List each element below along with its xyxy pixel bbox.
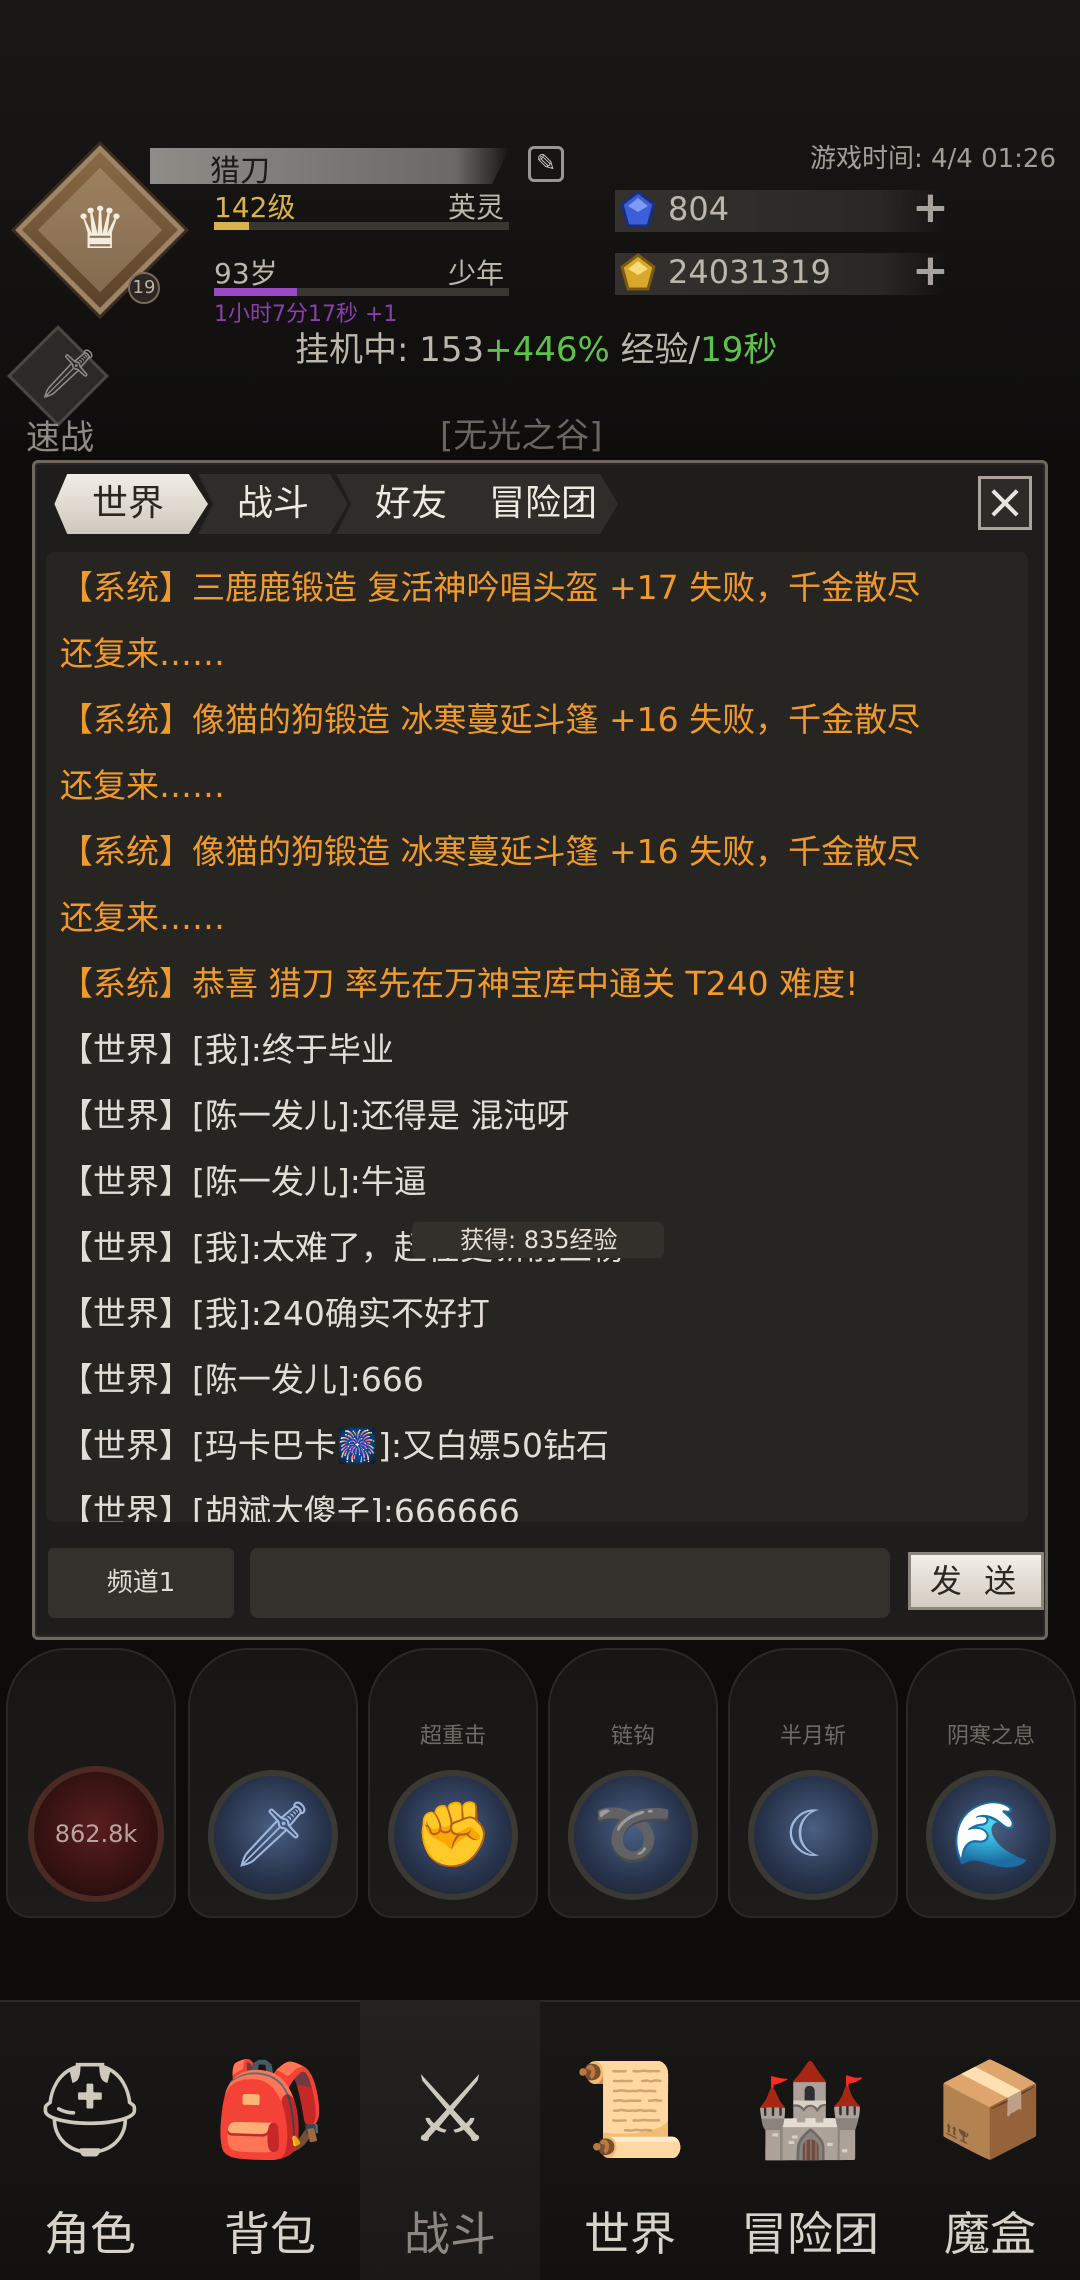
gold-icon [618, 253, 658, 293]
system-message: 【系统】像猫的狗锻造 冰寒蔓延斗篷 +16 失败，千金散尽 [60, 832, 921, 871]
skill-orb-2[interactable]: ✊ [388, 1770, 518, 1900]
sword-shield-icon: ⚔ [408, 2056, 492, 2163]
send-button[interactable]: 发 送 [908, 1552, 1044, 1610]
idle-mid: 经验/ [609, 330, 701, 370]
magic-box-icon: 📦 [932, 2056, 1048, 2163]
nav-label: 战斗 [404, 2207, 496, 2261]
idle-prefix: 挂机中: 153 [295, 330, 485, 370]
nav-item-scroll[interactable]: 📜 世界 [540, 2000, 720, 2280]
sword-icon: 🗡 [38, 346, 99, 402]
skill-name-2: 超重击 [419, 1724, 486, 1749]
idle-exp-rate: 挂机中: 153+446% 经验/19秒 [295, 322, 777, 371]
dagger-skill-icon: 🗡 [232, 1798, 314, 1872]
nav-label: 背包 [224, 2207, 316, 2261]
level-progress-bar [214, 222, 509, 230]
exp-gain-toast: 获得: 835经验 [412, 1222, 664, 1258]
name-plate [150, 148, 510, 184]
age-progress-bar [214, 288, 509, 296]
helmet-icon: ⛑ [31, 2056, 149, 2163]
skill-name-4: 半月斩 [779, 1724, 846, 1749]
gold-count: 24031319 [668, 253, 831, 291]
chat-input[interactable] [250, 1548, 890, 1618]
idle-time: 19秒 [700, 330, 778, 370]
region-name: [无光之谷] [440, 416, 603, 456]
castle-icon: 🏰 [752, 2056, 868, 2163]
player-age: 93岁 [214, 257, 278, 290]
diamond-icon [618, 190, 658, 230]
skill-name-3: 链钩 [610, 1724, 655, 1749]
nav-label: 魔盒 [944, 2207, 1036, 2261]
skill-name-5: 阴寒之息 [946, 1724, 1035, 1749]
edit-name-icon[interactable]: ✎ [528, 146, 564, 182]
nav-label: 冒险团 [741, 2207, 879, 2261]
diamond-row [615, 190, 945, 232]
nav-item-sword-shield[interactable]: ⚔ 战斗 [360, 2000, 540, 2280]
nav-item-magic-box[interactable]: 📦 魔盒 [900, 2000, 1080, 2280]
backpack-icon: 🎒 [212, 2056, 328, 2163]
system-message: 还复来…… [60, 898, 225, 937]
skill-orb-1[interactable]: 🗡 [208, 1770, 338, 1900]
avatar-level-badge: 19 [128, 272, 160, 304]
world-message: 【世界】[陈一发儿]:牛逼 [60, 1162, 427, 1201]
crown-icon: ♛ [74, 194, 126, 262]
nav-item-backpack[interactable]: 🎒 背包 [180, 2000, 360, 2280]
close-icon[interactable]: × [978, 476, 1032, 530]
hp-orb: 862.8k [28, 1766, 164, 1902]
system-message: 【系统】像猫的狗锻造 冰寒蔓延斗篷 +16 失败，千金散尽 [60, 700, 921, 739]
chat-message-list[interactable]: 【系统】三鹿鹿锻造 复活神吟唱头盔 +17 失败，千金散尽 还复来…… 【系统】像猫… [46, 552, 1028, 1522]
idle-bonus: +446% [484, 330, 610, 370]
world-message: 【世界】[胡斌大傻子]:666666 [60, 1492, 520, 1522]
world-message: 【世界】[玛卡巴卡🎆]:又白嫖50钻石 [60, 1426, 609, 1465]
crescent-skill-icon: ☾ [784, 1798, 842, 1872]
nav-label: 角色 [44, 2207, 136, 2261]
skill-orb-5[interactable]: 🌊 [926, 1770, 1056, 1900]
game-time: 游戏时间: 4/4 01:26 [809, 144, 1056, 174]
frost-breath-skill-icon: 🌊 [951, 1798, 1031, 1872]
fist-skill-icon: ✊ [413, 1798, 493, 1872]
add-diamond-icon[interactable]: + [912, 182, 949, 233]
world-message: 【世界】[我]:终于毕业 [60, 1030, 394, 1069]
player-class-title: 英灵 [448, 191, 505, 224]
world-message: 【世界】[陈一发儿]:还得是 混沌呀 [60, 1096, 570, 1135]
player-name: 猎刀 [210, 154, 270, 189]
system-message: 还复来…… [60, 766, 225, 805]
system-message: 【系统】恭喜 猎刀 率先在万神宝库中通关 T240 难度! [60, 964, 859, 1003]
channel-select-button[interactable]: 频道1 [48, 1548, 234, 1618]
skill-orb-3[interactable]: ➰ [568, 1770, 698, 1900]
diamond-count: 804 [668, 190, 730, 228]
system-message: 【系统】三鹿鹿锻造 复活神吟唱头盔 +17 失败，千金散尽 [60, 568, 921, 607]
tab-battle[interactable]: 战斗 [198, 474, 348, 534]
quick-battle-label: 速战 [26, 418, 94, 458]
nav-label: 世界 [584, 2207, 676, 2261]
chain-hook-skill-icon: ➰ [593, 1798, 673, 1872]
tab-world[interactable]: 世界 [54, 474, 208, 534]
skill-orb-4[interactable]: ☾ [748, 1770, 878, 1900]
tab-friends[interactable]: 好友 [336, 474, 486, 534]
nav-item-helmet[interactable]: ⛑ 角色 [0, 2000, 180, 2280]
add-gold-icon[interactable]: + [912, 245, 949, 296]
nav-item-castle[interactable]: 🏰 冒险团 [720, 2000, 900, 2280]
world-message: 【世界】[陈一发儿]:666 [60, 1360, 424, 1399]
tab-adventure-group[interactable]: 冒险团 [468, 474, 618, 534]
player-age-stage: 少年 [448, 257, 505, 290]
world-message: 【世界】[我]:240确实不好打 [60, 1294, 490, 1333]
system-message: 还复来…… [60, 634, 225, 673]
scroll-icon: 📜 [572, 2056, 688, 2163]
player-level: 142级 [214, 191, 296, 224]
